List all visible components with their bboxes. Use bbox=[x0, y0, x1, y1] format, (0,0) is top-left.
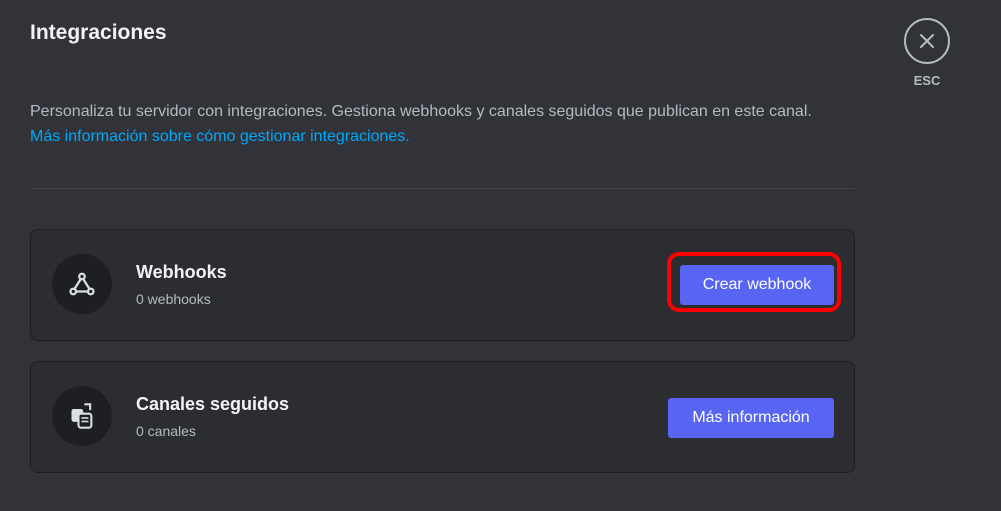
description-text: Personaliza tu servidor con integracione… bbox=[30, 103, 812, 120]
more-info-button[interactable]: Más información bbox=[668, 398, 834, 438]
create-webhook-button[interactable]: Crear webhook bbox=[680, 265, 834, 305]
esc-label: ESC bbox=[913, 73, 941, 88]
followed-channel-icon bbox=[52, 386, 112, 446]
webhooks-title: Webhooks bbox=[136, 262, 227, 282]
close-button[interactable] bbox=[904, 18, 950, 64]
webhooks-count: 0 webhooks bbox=[136, 291, 211, 307]
close-control: ESC bbox=[904, 18, 950, 88]
followed-channels-title: Canales seguidos bbox=[136, 394, 290, 414]
page-description: Personaliza tu servidor con integracione… bbox=[30, 99, 860, 149]
help-link[interactable]: Más información sobre cómo gestionar int… bbox=[30, 128, 410, 145]
webhook-icon bbox=[52, 254, 112, 314]
followed-channels-count: 0 canales bbox=[136, 423, 196, 439]
close-icon bbox=[920, 34, 934, 48]
page-title: Integraciones bbox=[30, 21, 167, 44]
divider bbox=[30, 188, 855, 189]
